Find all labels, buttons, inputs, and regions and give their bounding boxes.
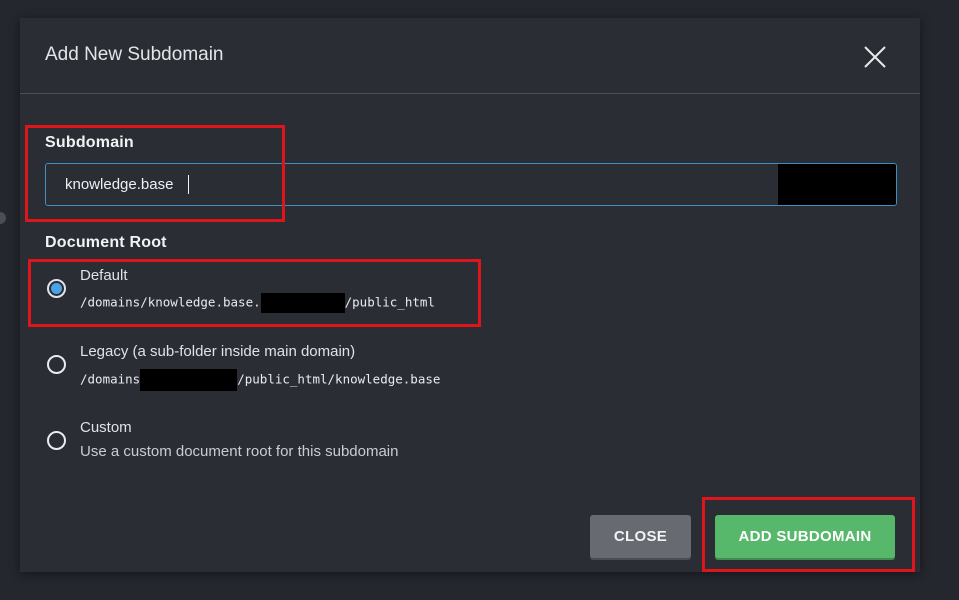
path-suffix: /public_html bbox=[344, 294, 435, 310]
path-prefix: /domains/knowledge.base. bbox=[80, 294, 261, 310]
dialog-title: Add New Subdomain bbox=[45, 44, 224, 65]
redacted-domain bbox=[140, 369, 238, 391]
radio-option-default[interactable]: Default /domains/knowledge.base. /public_… bbox=[45, 266, 475, 316]
option-description: Use a custom document root for this subd… bbox=[80, 443, 399, 460]
option-path: /domains/public_html/knowledge.base bbox=[80, 369, 440, 391]
radio-button[interactable] bbox=[47, 431, 66, 450]
option-title: Legacy (a sub-folder inside main domain) bbox=[80, 343, 356, 360]
radio-button[interactable] bbox=[47, 355, 66, 374]
add-subdomain-dialog: Add New Subdomain Subdomain Document Roo… bbox=[20, 18, 920, 572]
radio-button-selected[interactable] bbox=[47, 279, 66, 298]
subdomain-field[interactable] bbox=[45, 163, 897, 206]
document-root-label: Document Root bbox=[45, 234, 167, 251]
text-caret bbox=[188, 175, 189, 194]
dialog-header: Add New Subdomain bbox=[20, 18, 920, 94]
add-subdomain-button[interactable]: ADD SUBDOMAIN bbox=[715, 515, 895, 558]
subdomain-input[interactable] bbox=[46, 164, 780, 205]
close-button[interactable]: CLOSE bbox=[590, 515, 691, 558]
redacted-domain bbox=[260, 293, 345, 313]
path-prefix: /domains bbox=[80, 371, 141, 387]
close-icon[interactable] bbox=[862, 44, 888, 70]
domain-suffix-redacted[interactable] bbox=[778, 164, 896, 205]
option-title: Default bbox=[80, 267, 128, 284]
subdomain-label: Subdomain bbox=[45, 134, 134, 151]
path-suffix: /public_html/knowledge.base bbox=[237, 371, 441, 387]
radio-option-custom[interactable]: Custom Use a custom document root for th… bbox=[45, 418, 475, 468]
radio-option-legacy[interactable]: Legacy (a sub-folder inside main domain)… bbox=[45, 342, 475, 392]
option-title: Custom bbox=[80, 419, 132, 436]
option-path: /domains/knowledge.base. /public_html bbox=[80, 293, 435, 313]
